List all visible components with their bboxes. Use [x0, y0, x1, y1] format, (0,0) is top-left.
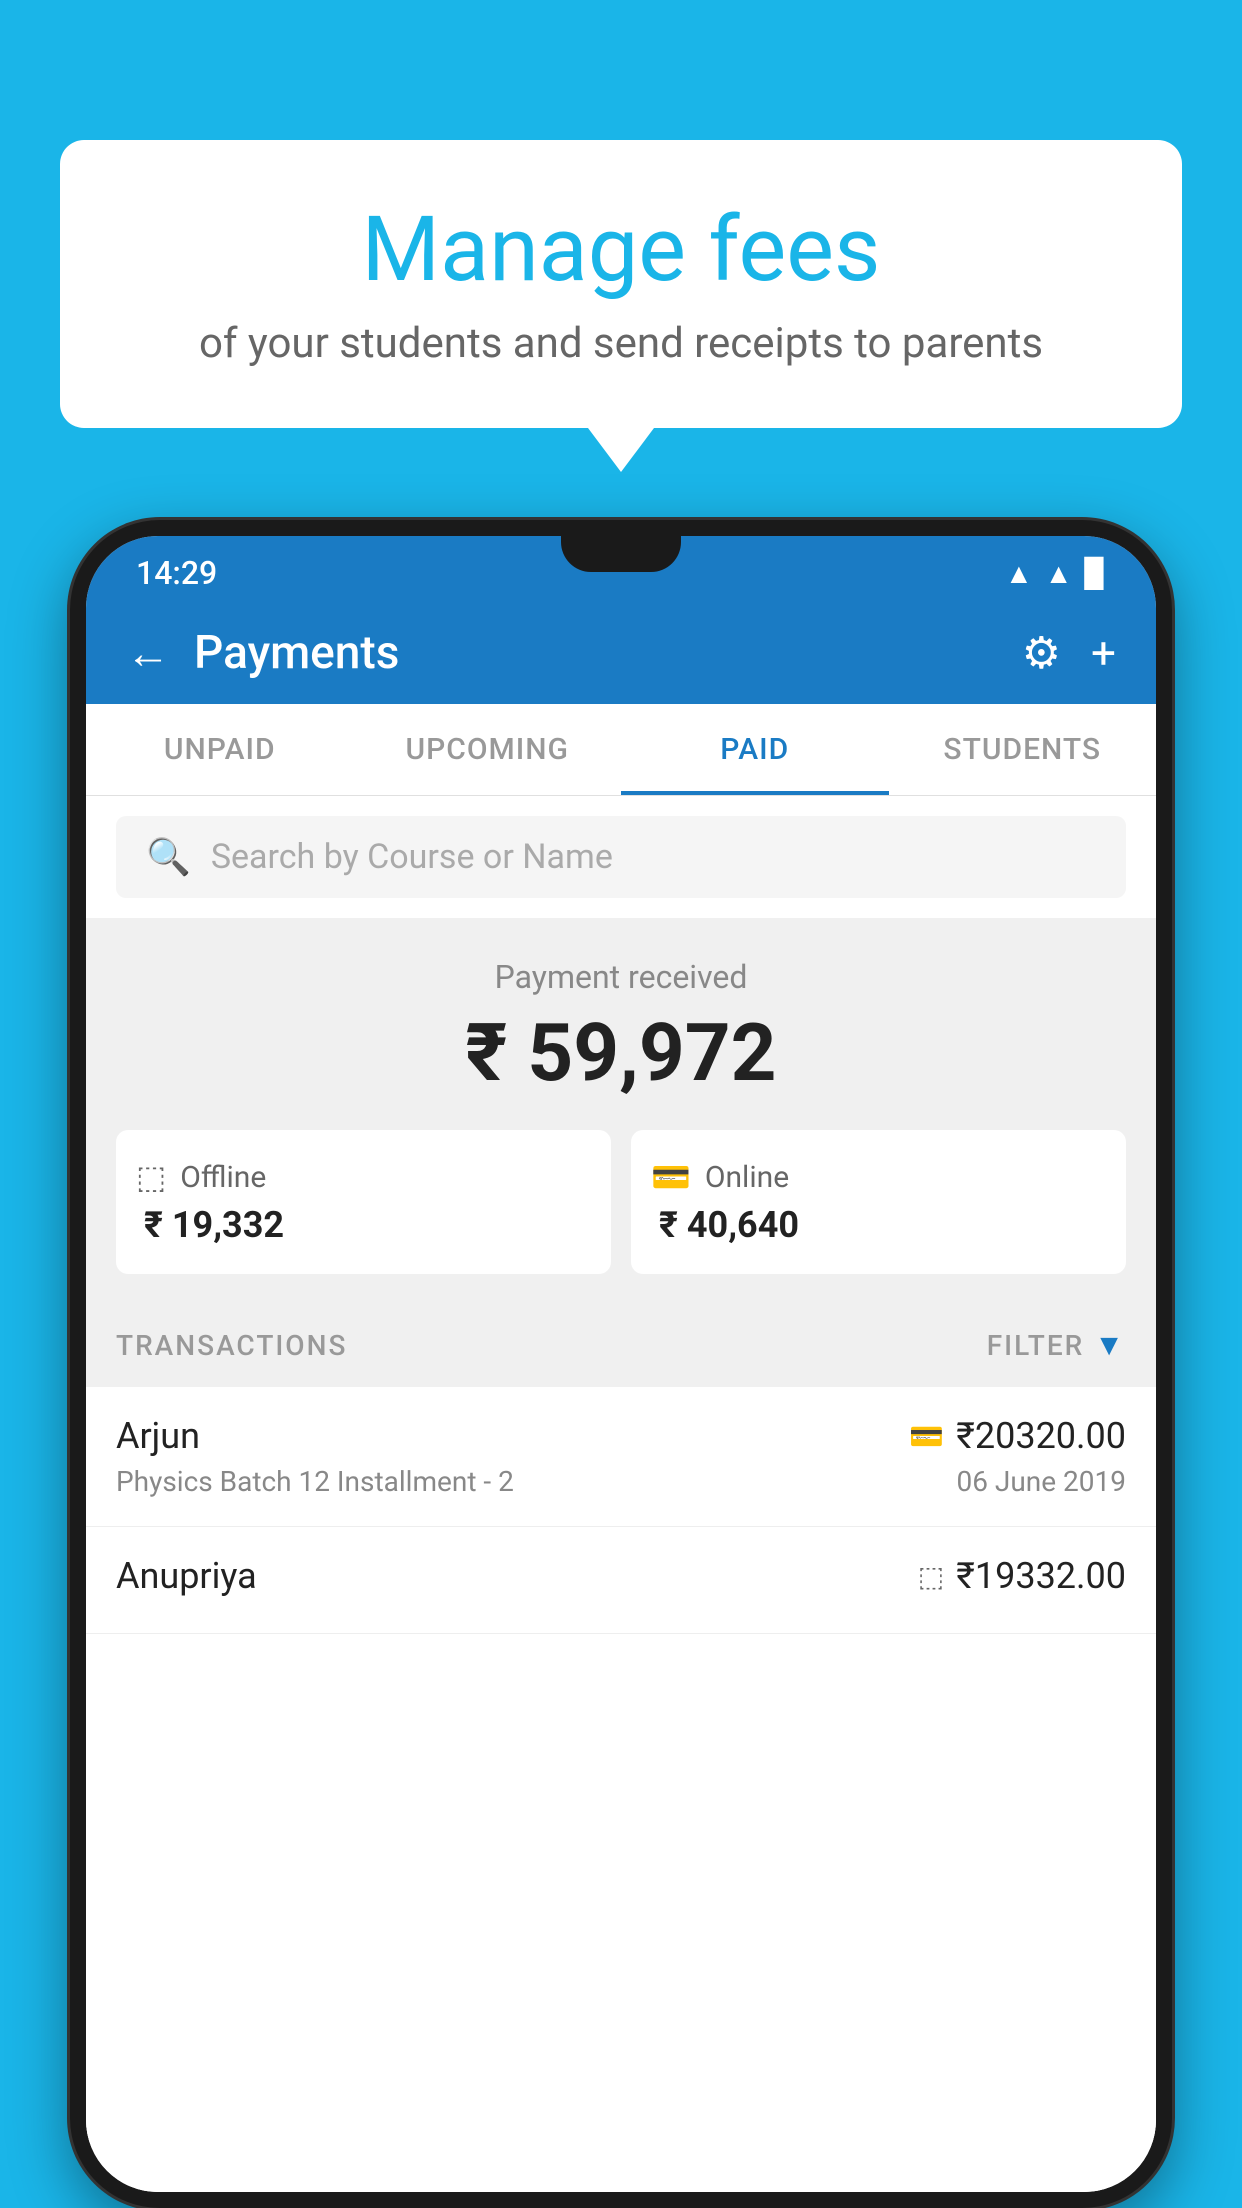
- app-bar-left: ← Payments: [126, 626, 399, 680]
- search-icon: 🔍: [146, 836, 191, 878]
- speech-bubble-container: Manage fees of your students and send re…: [60, 140, 1182, 428]
- filter-label: FILTER: [987, 1329, 1085, 1362]
- phone-screen: 14:29 ▲ ▲ ▉ ← Payments ⚙ +: [86, 536, 1156, 2192]
- transaction-row-1-2: Anupriya ⬚ ₹19332.00: [116, 1555, 1126, 1597]
- transaction-date: 06 June 2019: [956, 1465, 1126, 1498]
- course-name: Physics Batch 12 Installment - 2: [116, 1465, 514, 1498]
- student-name-2: Anupriya: [116, 1555, 257, 1597]
- table-row[interactable]: Arjun 💳 ₹20320.00 Physics Batch 12 Insta…: [86, 1387, 1156, 1527]
- battery-icon: ▉: [1084, 557, 1106, 590]
- transaction-amount-row-2: ⬚ ₹19332.00: [918, 1555, 1126, 1597]
- online-card-header: 💳 Online: [651, 1158, 1106, 1196]
- transaction-amount: ₹20320.00: [956, 1415, 1126, 1457]
- offline-card: ⬚ Offline ₹ 19,332: [116, 1130, 611, 1274]
- settings-icon[interactable]: ⚙: [1022, 627, 1061, 679]
- payment-summary: Payment received ₹ 59,972 ⬚ Offline ₹ 19…: [86, 918, 1156, 1304]
- offline-card-header: ⬚ Offline: [136, 1158, 591, 1196]
- back-button[interactable]: ←: [126, 627, 170, 679]
- transaction-row-1: Arjun 💳 ₹20320.00: [116, 1415, 1126, 1457]
- transactions-label: TRANSACTIONS: [116, 1329, 347, 1362]
- offline-label: Offline: [180, 1160, 266, 1195]
- offline-icon: ⬚: [918, 1560, 944, 1593]
- content-area: Payment received ₹ 59,972 ⬚ Offline ₹ 19…: [86, 918, 1156, 2192]
- speech-bubble-title: Manage fees: [130, 200, 1112, 299]
- tab-upcoming[interactable]: UPCOMING: [354, 704, 622, 795]
- table-row[interactable]: Anupriya ⬚ ₹19332.00: [86, 1527, 1156, 1634]
- phone-body: 14:29 ▲ ▲ ▉ ← Payments ⚙ +: [70, 520, 1172, 2208]
- payment-cards: ⬚ Offline ₹ 19,332 💳 Online ₹ 40,640: [116, 1130, 1126, 1274]
- online-label: Online: [705, 1160, 789, 1195]
- add-icon[interactable]: +: [1091, 627, 1116, 679]
- offline-payment-icon: ⬚: [136, 1158, 166, 1196]
- speech-bubble-subtitle: of your students and send receipts to pa…: [130, 319, 1112, 368]
- payment-received-label: Payment received: [116, 958, 1126, 996]
- online-card: 💳 Online ₹ 40,640: [631, 1130, 1126, 1274]
- transactions-list: Arjun 💳 ₹20320.00 Physics Batch 12 Insta…: [86, 1387, 1156, 2192]
- app-bar-right: ⚙ +: [1022, 627, 1116, 679]
- search-input[interactable]: Search by Course or Name: [211, 837, 613, 877]
- signal-icon: ▲: [1045, 557, 1073, 590]
- filter-button[interactable]: FILTER ▼: [987, 1328, 1126, 1363]
- online-amount: ₹ 40,640: [651, 1204, 1106, 1246]
- search-container: 🔍 Search by Course or Name: [86, 796, 1156, 918]
- search-box[interactable]: 🔍 Search by Course or Name: [116, 816, 1126, 898]
- payment-total-amount: ₹ 59,972: [116, 1006, 1126, 1100]
- transaction-row-2: Physics Batch 12 Installment - 2 06 June…: [116, 1465, 1126, 1498]
- status-icons: ▲ ▲ ▉: [1005, 557, 1106, 590]
- online-icon: 💳: [909, 1420, 944, 1453]
- online-payment-icon: 💳: [651, 1158, 691, 1196]
- transactions-header: TRANSACTIONS FILTER ▼: [86, 1304, 1156, 1387]
- tab-students[interactable]: STUDENTS: [889, 704, 1157, 795]
- tab-unpaid[interactable]: UNPAID: [86, 704, 354, 795]
- app-bar-title: Payments: [194, 626, 399, 680]
- phone-frame: 14:29 ▲ ▲ ▉ ← Payments ⚙ +: [70, 520, 1172, 2208]
- tab-paid[interactable]: PAID: [621, 704, 889, 795]
- student-name: Arjun: [116, 1415, 200, 1457]
- wifi-icon: ▲: [1005, 557, 1033, 590]
- status-time: 14:29: [136, 554, 217, 592]
- filter-icon: ▼: [1094, 1328, 1126, 1363]
- transaction-amount-row: 💳 ₹20320.00: [909, 1415, 1126, 1457]
- tabs-container: UNPAID UPCOMING PAID STUDENTS: [86, 704, 1156, 796]
- transaction-amount-2: ₹19332.00: [956, 1555, 1126, 1597]
- phone-notch: [561, 536, 681, 572]
- offline-amount: ₹ 19,332: [136, 1204, 591, 1246]
- speech-bubble: Manage fees of your students and send re…: [60, 140, 1182, 428]
- app-bar: ← Payments ⚙ +: [86, 602, 1156, 704]
